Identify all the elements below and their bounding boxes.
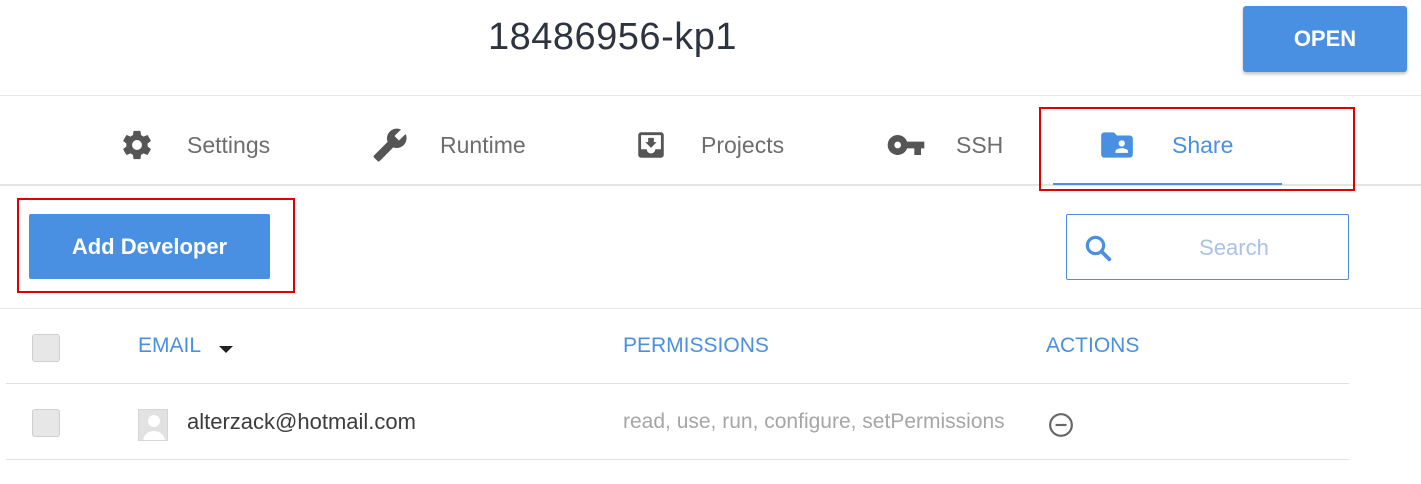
tab-settings[interactable]: Settings — [117, 110, 270, 180]
select-all-checkbox[interactable] — [32, 334, 60, 362]
column-header-email[interactable]: EMAIL — [138, 334, 201, 358]
toolbar-divider — [0, 308, 1421, 309]
key-icon — [886, 125, 926, 165]
tab-label: Runtime — [440, 131, 526, 158]
wrench-icon — [370, 125, 410, 165]
row-permissions: read, use, run, configure, setPermission… — [623, 410, 1005, 433]
search-icon — [1083, 233, 1113, 268]
search-input[interactable] — [1127, 225, 1341, 271]
tab-ssh[interactable]: SSH — [886, 110, 1003, 180]
share-page: 18486956-kp1 OPEN Settings Runtime Proje… — [0, 0, 1421, 484]
tab-runtime[interactable]: Runtime — [370, 110, 526, 180]
table-row-divider — [6, 459, 1349, 460]
column-header-actions: ACTIONS — [1046, 334, 1140, 357]
row-checkbox[interactable] — [32, 409, 60, 437]
gear-icon — [117, 125, 157, 165]
tab-projects[interactable]: Projects — [631, 110, 784, 180]
tab-label: Projects — [701, 131, 785, 158]
row-email: alterzack@hotmail.com — [187, 409, 416, 434]
remove-circle-icon[interactable] — [1048, 412, 1074, 443]
avatar — [138, 409, 168, 441]
page-title: 18486956-kp1 — [488, 16, 737, 58]
search-box[interactable] — [1066, 214, 1349, 280]
share-tab-highlight — [1039, 107, 1355, 191]
open-button[interactable]: OPEN — [1243, 6, 1407, 72]
tab-label: SSH — [956, 131, 1004, 158]
sort-caret-down-icon[interactable] — [219, 346, 233, 353]
table-header-divider — [6, 383, 1349, 384]
header-divider — [0, 95, 1421, 96]
add-developer-highlight — [17, 198, 295, 293]
download-box-icon — [631, 125, 671, 165]
column-header-permissions[interactable]: PERMISSIONS — [623, 334, 769, 358]
tab-label: Settings — [187, 131, 271, 158]
